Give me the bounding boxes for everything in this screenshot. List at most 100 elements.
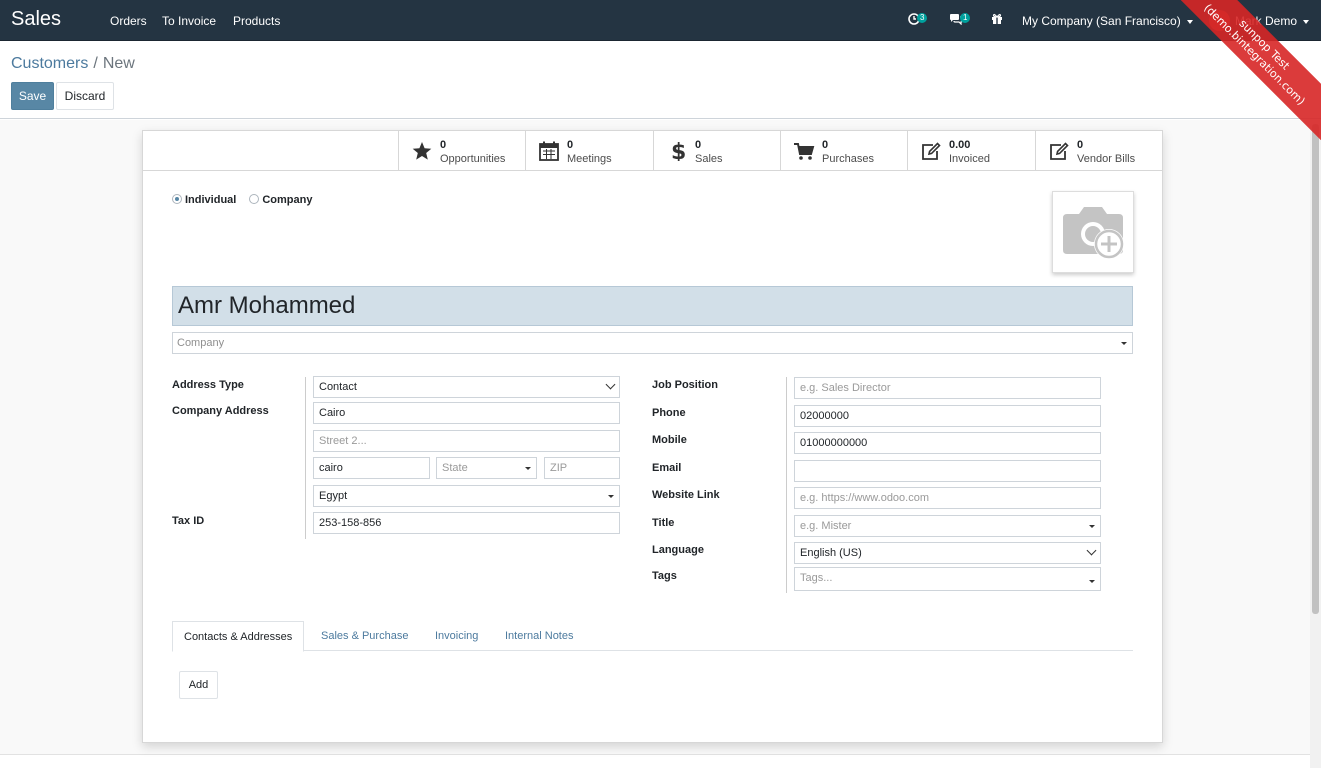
- dollar-icon: $: [671, 141, 686, 161]
- opportunities-button[interactable]: 0 Opportunities: [398, 131, 526, 170]
- menu-to-invoice[interactable]: To Invoice: [162, 14, 216, 28]
- tags-input[interactable]: Tags...: [794, 567, 1101, 591]
- tags-label: Tags: [652, 570, 677, 582]
- tags-placeholder: Tags...: [800, 572, 833, 584]
- caret-down-icon: [525, 467, 531, 470]
- user-menu[interactable]: Mark Demo: [1235, 14, 1310, 28]
- title-select[interactable]: e.g. Mister: [794, 515, 1101, 537]
- menu-products[interactable]: Products: [233, 14, 280, 28]
- language-select[interactable]: English (US): [794, 542, 1101, 564]
- sales-label: Sales: [695, 153, 723, 165]
- invoiced-label: Invoiced: [949, 153, 990, 165]
- mobile-input[interactable]: 01000000000: [794, 432, 1101, 454]
- tab-internal-notes[interactable]: Internal Notes: [505, 621, 573, 652]
- city-input[interactable]: cairo: [313, 457, 430, 479]
- breadcrumb-customers[interactable]: Customers: [11, 55, 88, 72]
- edit-icon: [922, 142, 941, 160]
- breadcrumb-separator: /: [93, 55, 98, 72]
- purchases-count: 0: [822, 139, 829, 151]
- company-type-selector: Individual Company: [172, 194, 325, 206]
- caret-down-icon: [1089, 580, 1095, 583]
- website-input[interactable]: e.g. https://www.odoo.com: [794, 487, 1101, 509]
- state-select[interactable]: State: [436, 457, 537, 479]
- vertical-scrollbar[interactable]: [1310, 120, 1321, 768]
- phone-label: Phone: [652, 407, 686, 419]
- add-contact-button[interactable]: Add: [179, 671, 218, 699]
- vendor-bills-label: Vendor Bills: [1077, 153, 1136, 165]
- purchases-button[interactable]: 0 Purchases: [780, 131, 908, 170]
- company-radio[interactable]: [249, 194, 260, 204]
- vendor-bills-count: 0: [1077, 139, 1084, 151]
- website-label: Website Link: [652, 489, 720, 501]
- meetings-label: Meetings: [567, 153, 612, 165]
- vendor-bills-button[interactable]: 0 Vendor Bills: [1035, 131, 1163, 170]
- top-navbar: Sales Orders To Invoice Products 3 1 My …: [0, 0, 1321, 41]
- calendar-icon: [539, 141, 559, 161]
- smart-button-box: 0 Opportunities 0 Meetings $ 0 Sales 0 P…: [398, 131, 1163, 171]
- invoiced-button[interactable]: 0.00 Invoiced: [907, 131, 1035, 170]
- invoiced-amount: 0.00: [949, 139, 971, 151]
- user-avatar[interactable]: [1209, 10, 1230, 31]
- individual-radio-label[interactable]: Individual: [185, 194, 236, 206]
- sales-button[interactable]: $ 0 Sales: [653, 131, 780, 170]
- tax-id-input[interactable]: 253-158-856: [313, 512, 620, 534]
- save-button[interactable]: Save: [11, 82, 54, 110]
- address-type-label: Address Type: [172, 379, 244, 391]
- breadcrumb: Customers / New: [11, 55, 135, 73]
- menu-orders[interactable]: Orders: [110, 14, 147, 28]
- gift-menu[interactable]: [991, 13, 1003, 28]
- chevron-down-icon: [1186, 19, 1193, 24]
- mobile-label: Mobile: [652, 434, 687, 446]
- control-panel: Customers / New Save Discard: [0, 41, 1321, 119]
- edit-icon: [1050, 142, 1069, 160]
- svg-text:$: $: [671, 141, 686, 161]
- contact-name-input[interactable]: Amr Mohammed: [172, 286, 1133, 326]
- language-value: English (US): [800, 547, 862, 559]
- company-address-label: Company Address: [172, 405, 269, 417]
- email-input[interactable]: [794, 460, 1101, 482]
- user-name: Mark Demo: [1235, 14, 1298, 28]
- individual-radio[interactable]: [172, 194, 182, 204]
- company-switcher-label: My Company (San Francisco): [1022, 14, 1181, 28]
- zip-input[interactable]: ZIP: [544, 457, 620, 479]
- address-type-select[interactable]: Contact: [313, 376, 620, 398]
- country-select[interactable]: Egypt: [313, 485, 620, 507]
- street-input[interactable]: Cairo: [313, 402, 620, 424]
- job-position-input[interactable]: e.g. Sales Director: [794, 377, 1101, 399]
- scrollbar-thumb[interactable]: [1312, 124, 1319, 614]
- messaging-menu[interactable]: 1: [949, 13, 973, 27]
- state-placeholder: State: [442, 462, 468, 474]
- phone-input[interactable]: 02000000: [794, 405, 1101, 427]
- opportunities-count: 0: [440, 139, 447, 151]
- app-brand[interactable]: Sales: [11, 8, 61, 31]
- tab-contacts-addresses[interactable]: Contacts & Addresses: [172, 621, 305, 652]
- star-icon: [412, 142, 432, 160]
- company-select[interactable]: Company: [172, 332, 1133, 354]
- chevron-down-icon: [605, 379, 616, 390]
- language-label: Language: [652, 544, 704, 556]
- gift-icon: [992, 13, 1002, 24]
- form-sheet: 0 Opportunities 0 Meetings $ 0 Sales 0 P…: [142, 130, 1163, 743]
- tab-invoicing[interactable]: Invoicing: [435, 621, 478, 652]
- discard-button[interactable]: Discard: [56, 82, 114, 110]
- title-label: Title: [652, 517, 675, 529]
- notebook-tabs: Contacts & Addresses Sales & Purchase In…: [172, 621, 1133, 652]
- meetings-button[interactable]: 0 Meetings: [525, 131, 653, 170]
- caret-down-icon: [1121, 342, 1127, 345]
- caret-down-icon: [1089, 525, 1095, 528]
- contact-image-upload[interactable]: [1052, 191, 1134, 273]
- address-type-value: Contact: [319, 381, 357, 393]
- company-switcher[interactable]: My Company (San Francisco): [1022, 14, 1193, 28]
- left-column-divider: [305, 377, 306, 539]
- messaging-badge: 1: [960, 13, 971, 23]
- right-column-divider: [786, 377, 787, 593]
- job-position-label: Job Position: [652, 379, 718, 391]
- email-label: Email: [652, 462, 682, 474]
- chevron-down-icon: [1303, 19, 1310, 24]
- opportunities-label: Opportunities: [440, 153, 506, 165]
- activity-menu[interactable]: 3: [908, 13, 930, 27]
- content-bottom: [0, 754, 1310, 768]
- company-radio-label[interactable]: Company: [262, 194, 312, 206]
- tab-sales-purchase[interactable]: Sales & Purchase: [321, 621, 408, 652]
- street2-input[interactable]: Street 2...: [313, 430, 620, 452]
